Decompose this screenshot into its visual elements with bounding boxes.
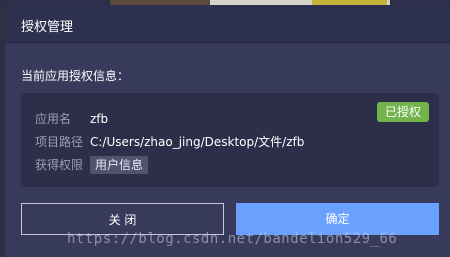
status-badge: 已授权	[376, 102, 429, 122]
permissions-row: 获得权限 用户信息	[35, 156, 149, 174]
permissions-label: 获得权限	[35, 158, 84, 172]
dialog-titlebar: 授权管理	[5, 5, 450, 43]
app-name-value: zfb	[90, 112, 109, 126]
dialog-title: 授权管理	[21, 20, 74, 35]
project-path-label: 项目路径	[35, 135, 84, 149]
authorization-dialog: 授权管理 当前应用授权信息： 应用名 zfb 项目路径 C:/Users/zhao_…	[5, 5, 450, 257]
app-info-panel: 应用名 zfb 项目路径 C:/Users/zhao_jing/Desktop/文件…	[21, 93, 439, 187]
permission-tag: 用户信息	[90, 156, 149, 174]
watermark-text: https://blog.csdn.net/bandelion529_66	[67, 231, 398, 247]
app-name-row: 应用名 zfb	[35, 110, 108, 127]
section-label: 当前应用授权信息：	[21, 69, 130, 83]
project-path-value: C:/Users/zhao_jing/Desktop/文件/zfb	[90, 135, 305, 149]
app-name-label: 应用名	[35, 112, 72, 126]
project-path-row: 项目路径 C:/Users/zhao_jing/Desktop/文件/zfb	[35, 133, 304, 150]
